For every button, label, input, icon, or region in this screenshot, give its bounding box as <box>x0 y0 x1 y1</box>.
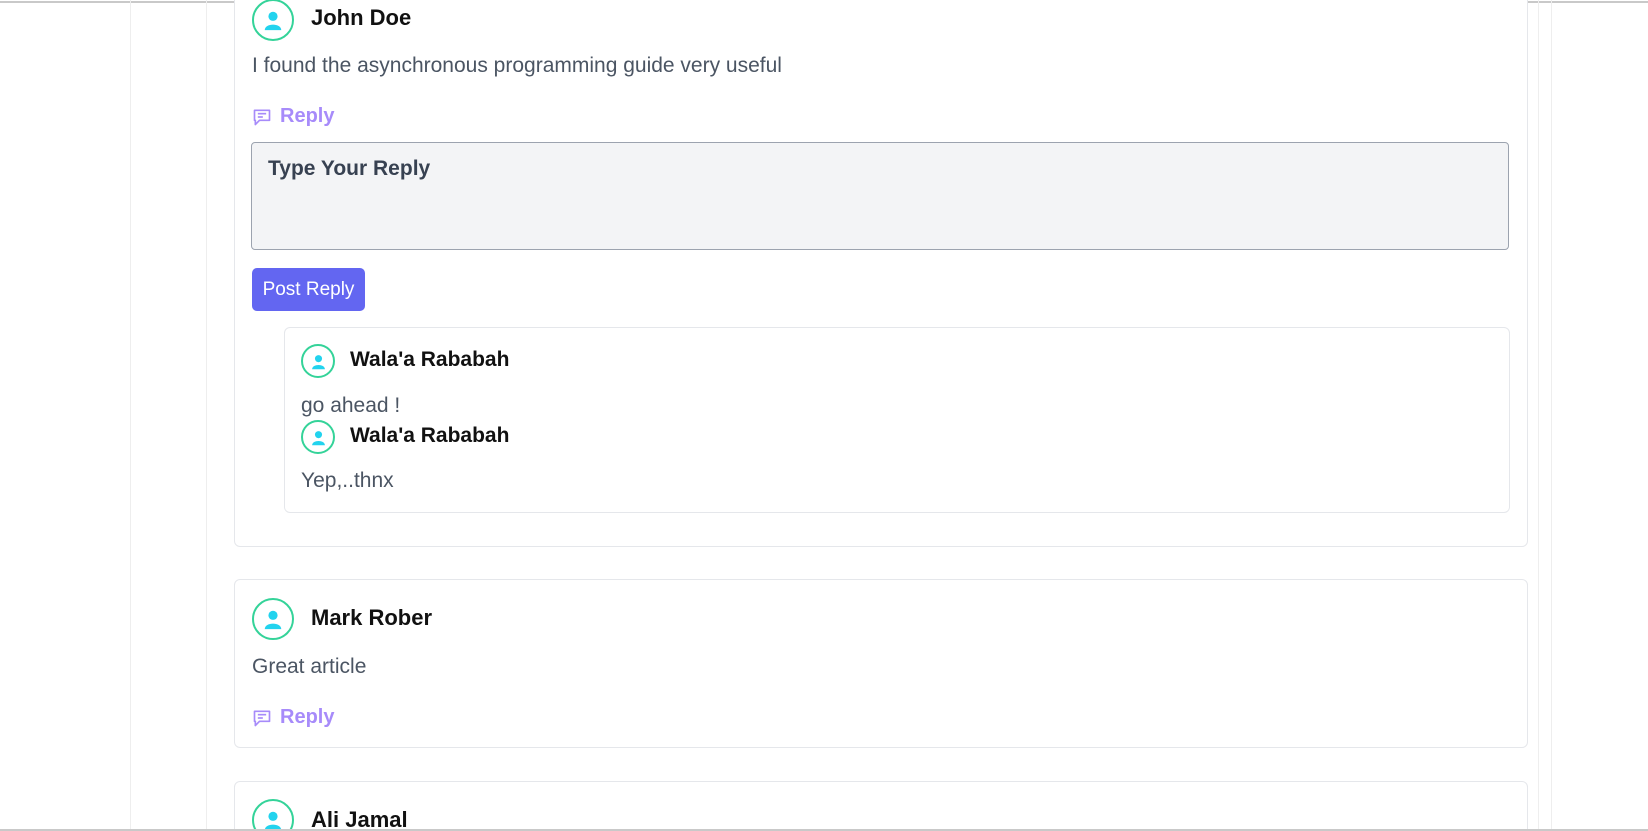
outer-right-guide <box>1551 0 1552 831</box>
comment-text: Great article <box>252 655 367 678</box>
user-avatar-icon <box>252 0 294 41</box>
reply-button[interactable]: Reply <box>252 105 334 128</box>
reply-textarea[interactable] <box>251 142 1509 250</box>
inner-left-guide <box>206 0 207 831</box>
comment-author: Mark Rober <box>311 605 433 630</box>
inner-right-guide <box>1538 0 1539 831</box>
comment-card <box>234 781 1528 831</box>
reply-label: Reply <box>280 706 335 728</box>
chat-bubble-icon <box>253 109 271 125</box>
comment-author: John Doe <box>311 5 412 30</box>
reply-author: Wala'a Rababah <box>350 424 510 447</box>
user-avatar-icon <box>301 344 335 378</box>
user-avatar-icon <box>301 420 335 454</box>
user-avatar-icon <box>252 598 294 640</box>
comment-text: I found the asynchronous programming gui… <box>252 54 782 77</box>
comments-page: John Doe I found the asynchronous progra… <box>0 0 1648 831</box>
reply-button[interactable]: Reply <box>252 706 334 729</box>
comment-author: Ali Jamal <box>311 807 408 831</box>
reply-text: go ahead ! <box>301 394 401 417</box>
chat-bubble-icon <box>253 710 271 726</box>
outer-left-guide <box>130 0 131 831</box>
reply-text: Yep,..thnx <box>301 469 394 492</box>
reply-label: Reply <box>280 105 335 127</box>
reply-author: Wala'a Rababah <box>350 348 510 371</box>
post-reply-button[interactable]: Post Reply <box>252 268 365 311</box>
